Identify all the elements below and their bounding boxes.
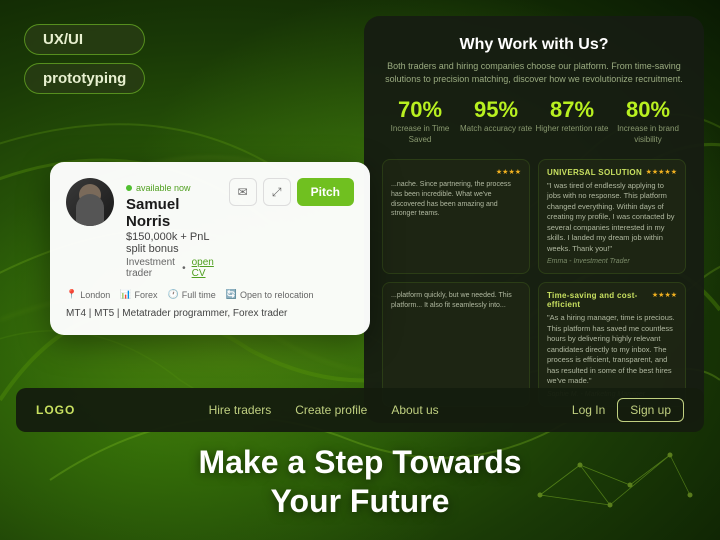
pitch-button[interactable]: Pitch [297, 178, 354, 206]
stat-label-time: Increase in Time Saved [382, 124, 458, 145]
profile-salary: $150,000k + PnL split bonus [126, 231, 217, 255]
open-cv-link[interactable]: open CV [192, 257, 217, 279]
profile-actions: ✉ ⤢ Pitch [229, 178, 354, 206]
sign-up-button[interactable]: Sign up [617, 398, 684, 422]
log-in-link[interactable]: Log In [572, 403, 605, 417]
nav-right: Log In Sign up [572, 398, 684, 422]
stat-retention: 87% Higher retention rate [534, 99, 610, 145]
profile-type-label: Investment trader [126, 257, 176, 279]
why-panel: Why Work with Us? Both traders and hirin… [364, 16, 704, 423]
avatar [66, 178, 114, 226]
time-icon: 🕐 [168, 289, 179, 300]
relocation-text: Open to relocation [240, 290, 314, 300]
testimonial-time-header: Time-saving and cost-efficient ★★★★ [547, 291, 677, 309]
location-text: London [80, 290, 110, 300]
badge-prototyping: prototyping [24, 63, 145, 94]
available-label: available now [136, 183, 191, 193]
relocation-icon: 🔄 [226, 289, 237, 300]
profile-info: available now Samuel Norris $150,000k + … [126, 178, 217, 279]
tagline-line2: Your Future [0, 482, 720, 520]
profile-meta: 📍 London 📊 Forex 🕐 Full time 🔄 Open to r… [66, 289, 354, 300]
stat-accuracy: 95% Match accuracy rate [458, 99, 534, 145]
stat-value-time: 70% [382, 99, 458, 121]
testimonial-time-tag: Time-saving and cost-efficient [547, 291, 652, 309]
testimonial-universal-stars: ★★★★★ [646, 168, 677, 176]
testimonial-partial-stars: ★★★★ [496, 168, 521, 176]
message-icon[interactable]: ✉ [229, 178, 257, 206]
badges-container: UX/UI prototyping [24, 24, 145, 94]
profile-type: Investment trader • open CV [126, 257, 217, 279]
testimonial-universal-tag: UNIVERSAL SOLUTION [547, 168, 642, 177]
stat-value-retention: 87% [534, 99, 610, 121]
navbar: LOGO Hire traders Create profile About u… [16, 388, 704, 432]
testimonial-universal-text: "I was tired of endlessly applying to jo… [547, 181, 677, 255]
stat-value-accuracy: 95% [458, 99, 534, 121]
nav-create-profile[interactable]: Create profile [295, 403, 367, 417]
testimonials-grid: ★★★★ ...nache. Since partnering, the pro… [382, 159, 686, 407]
testimonial-partial-text: ...nache. Since partnering, the process … [391, 180, 521, 219]
stat-time-saved: 70% Increase in Time Saved [382, 99, 458, 145]
stat-label-accuracy: Match accuracy rate [458, 124, 534, 134]
avatar-figure [76, 194, 104, 226]
location-meta: 📍 London [66, 289, 110, 300]
testimonial-universal-header: UNIVERSAL SOLUTION ★★★★★ [547, 168, 677, 177]
testimonial-time-text: "As a hiring manager, time is precious. … [547, 313, 677, 387]
testimonial-partial-header: ★★★★ [391, 168, 521, 176]
profile-name: Samuel Norris [126, 196, 217, 230]
profile-tags: MT4 | MT5 | Metatrader programmer, Forex… [66, 308, 354, 319]
nav-links: Hire traders Create profile About us [209, 403, 439, 417]
profile-card: available now Samuel Norris $150,000k + … [50, 162, 370, 335]
time-text: Full time [182, 290, 216, 300]
available-badge: available now [126, 183, 191, 193]
stat-value-brand: 80% [610, 99, 686, 121]
tagline: Make a Step Towards Your Future [0, 443, 720, 520]
testimonial-partial: ★★★★ ...nache. Since partnering, the pro… [382, 159, 530, 275]
testimonial-time-partial-text: ...platform quickly, but we needed. This… [391, 291, 521, 311]
stat-label-brand: Increase in brand visibility [610, 124, 686, 145]
testimonial-universal: UNIVERSAL SOLUTION ★★★★★ "I was tired of… [538, 159, 686, 275]
nav-logo: LOGO [36, 403, 75, 417]
tagline-line1: Make a Step Towards [0, 443, 720, 481]
stats-row: 70% Increase in Time Saved 95% Match acc… [382, 99, 686, 145]
category-icon: 📊 [120, 289, 131, 300]
time-meta: 🕐 Full time [168, 289, 216, 300]
available-dot [126, 185, 132, 191]
category-meta: 📊 Forex [120, 289, 157, 300]
location-icon: 📍 [66, 289, 77, 300]
testimonial-universal-author: Emma - Investment Trader [547, 258, 677, 265]
share-icon[interactable]: ⤢ [263, 178, 291, 206]
profile-top: available now Samuel Norris $150,000k + … [66, 178, 354, 279]
testimonial-time-stars: ★★★★ [652, 291, 677, 299]
category-text: Forex [134, 290, 157, 300]
stat-brand: 80% Increase in brand visibility [610, 99, 686, 145]
nav-hire-traders[interactable]: Hire traders [209, 403, 272, 417]
nav-about-us[interactable]: About us [391, 403, 438, 417]
stat-label-retention: Higher retention rate [534, 124, 610, 134]
badge-ux-ui: UX/UI [24, 24, 145, 55]
why-subtitle: Both traders and hiring companies choose… [382, 60, 686, 85]
why-title: Why Work with Us? [382, 36, 686, 54]
relocation-meta: 🔄 Open to relocation [226, 289, 314, 300]
